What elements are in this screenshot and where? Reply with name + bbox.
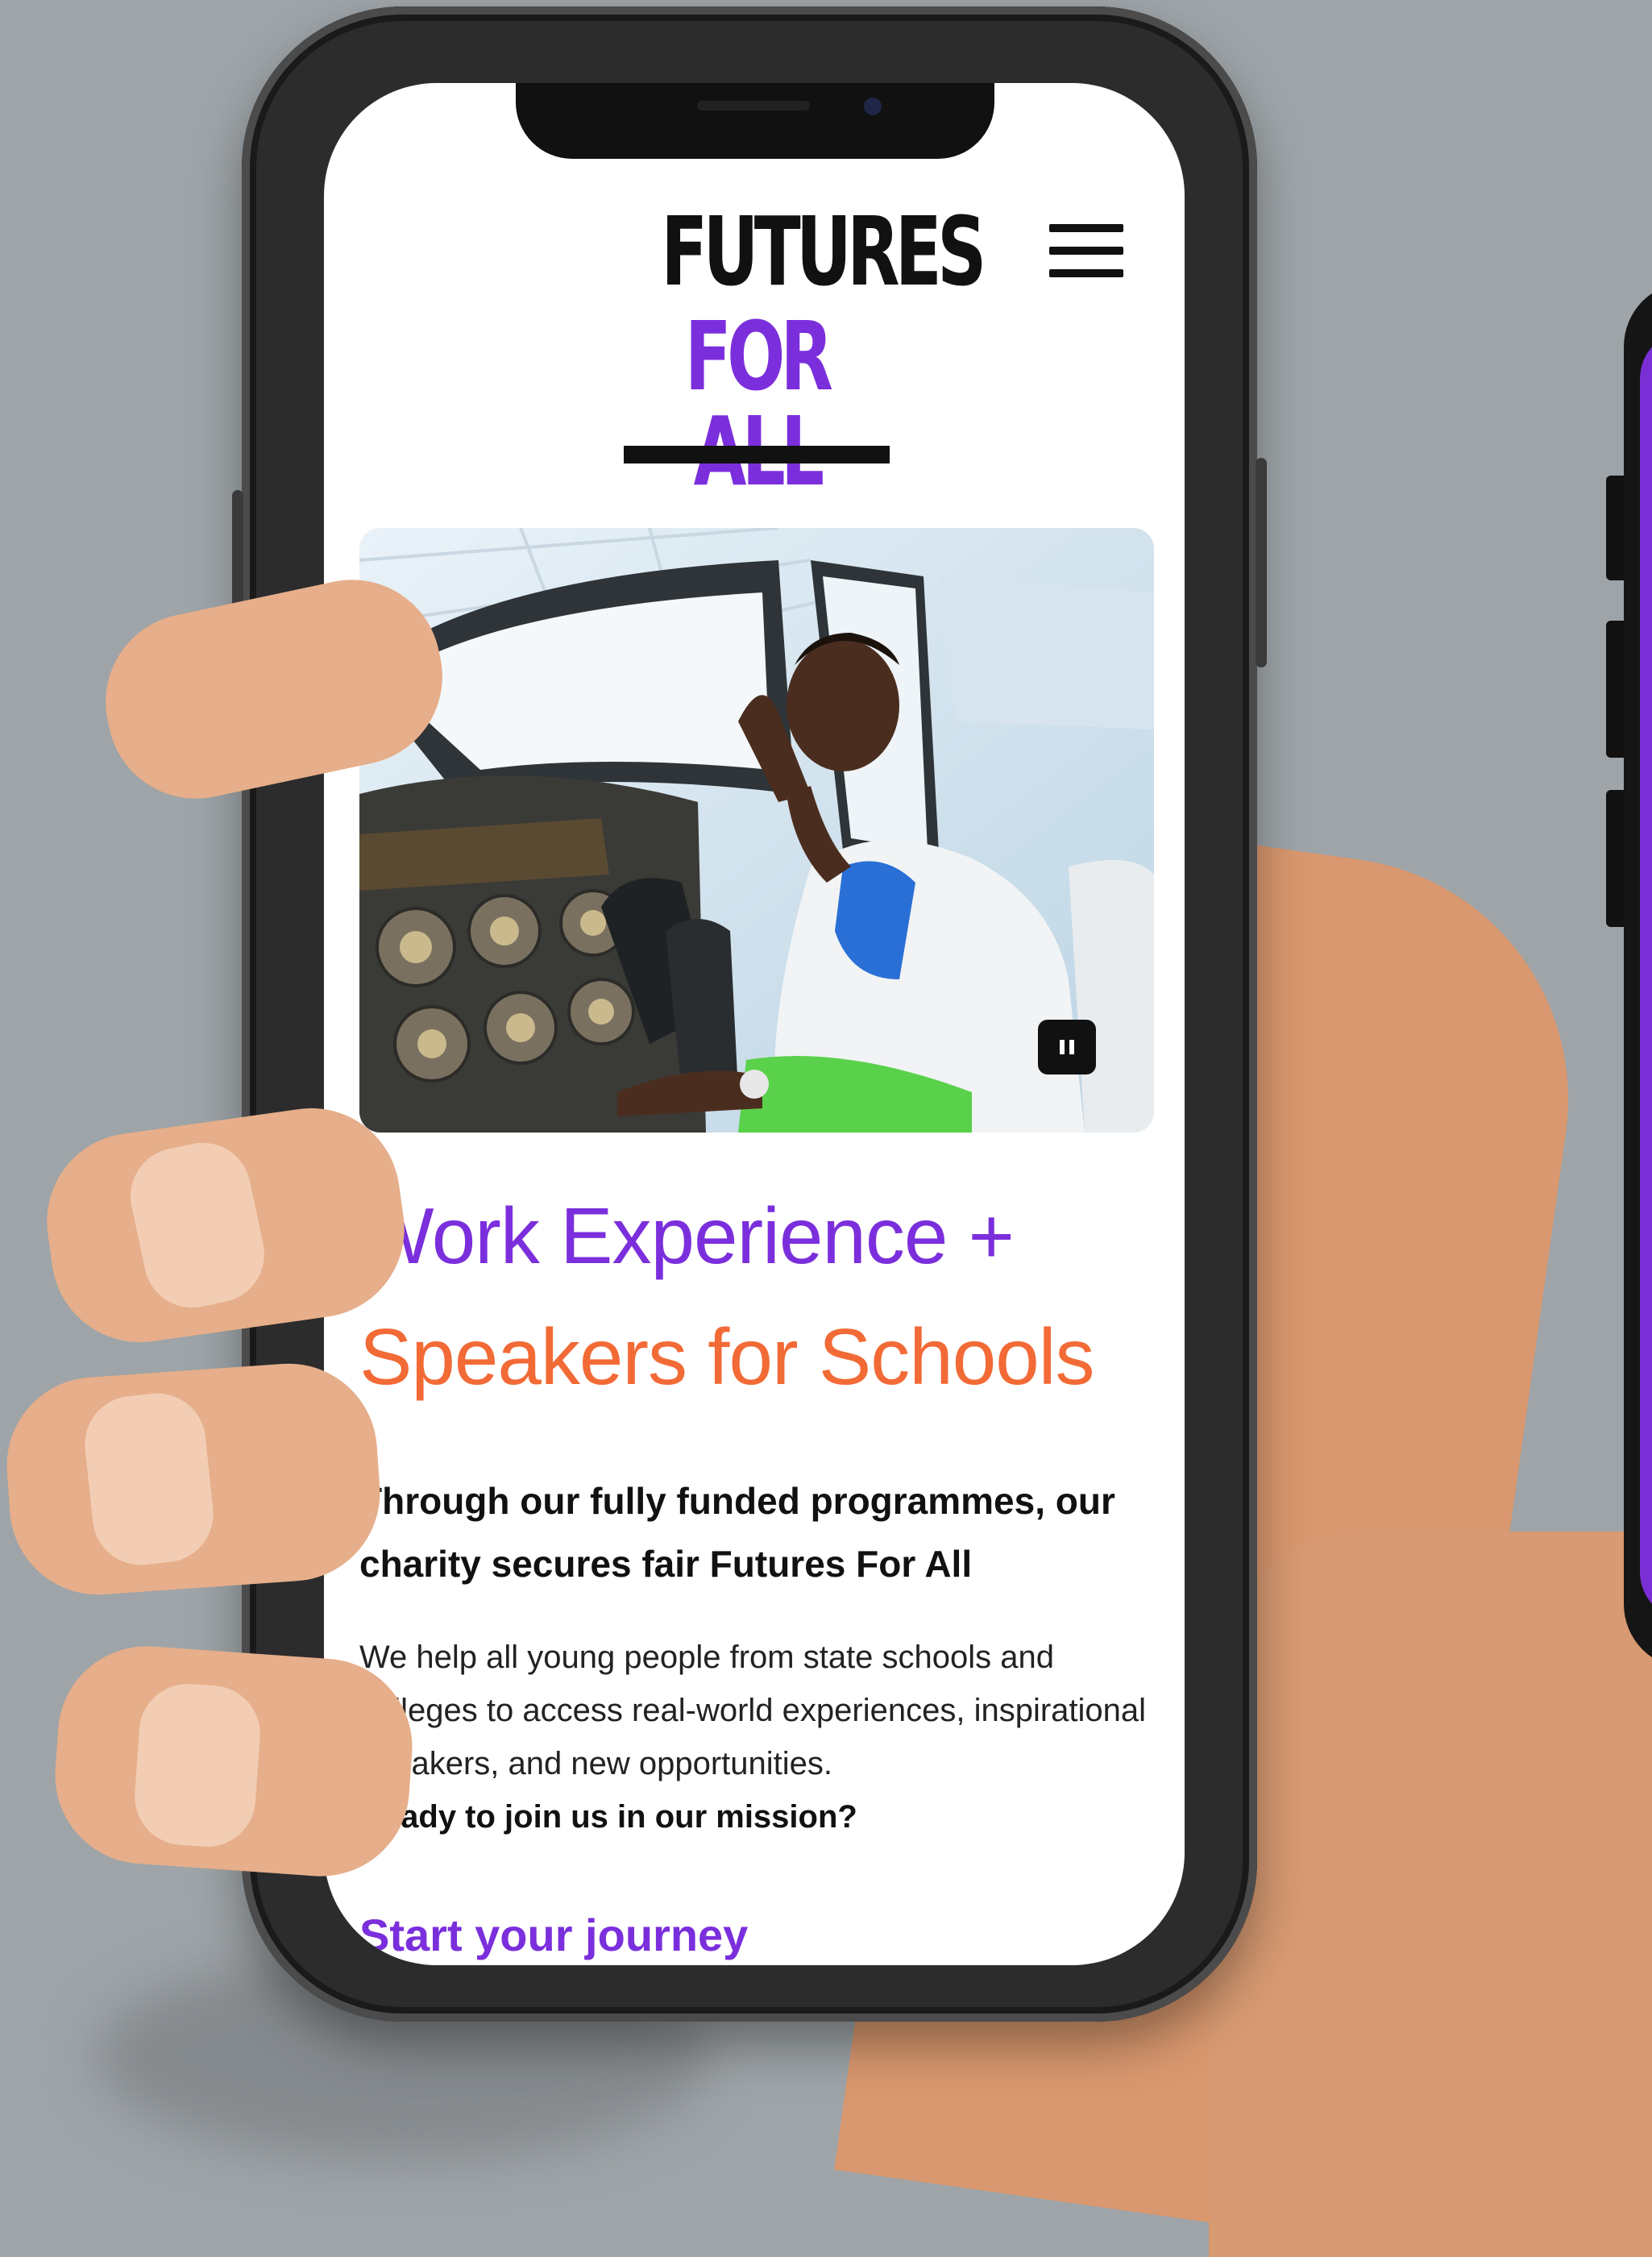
front-camera [864, 98, 882, 115]
logo-underline [624, 446, 890, 463]
page-title: Work Experience + Speakers for Schools [359, 1175, 1165, 1417]
logo-text-futures: FUTURES [661, 196, 986, 307]
headline-part2: Speakers for Schools [359, 1312, 1094, 1401]
hand-wrist [1209, 1532, 1652, 2257]
power-button [1256, 458, 1267, 667]
second-phone [1606, 282, 1652, 1669]
pause-icon[interactable] [1038, 1020, 1096, 1074]
headline-part1: Work Experience + [359, 1191, 1015, 1280]
intro-question: Ready to join us in our mission? [359, 1799, 857, 1835]
logo[interactable]: FUTURES FOR ALL [624, 196, 986, 499]
fingernail [131, 1681, 264, 1850]
menu-line [1049, 247, 1123, 255]
second-phone-button [1606, 790, 1624, 927]
notch [516, 83, 994, 159]
intro-paragraph: We help all young people from state scho… [359, 1631, 1149, 1843]
intro-text: We help all young people from state scho… [359, 1640, 1147, 1781]
fingernail [80, 1388, 218, 1570]
phone-screen: FUTURES FOR ALL Work Experience + Speake… [324, 83, 1185, 1965]
second-phone-button [1606, 621, 1624, 758]
menu-line [1049, 269, 1123, 277]
hamburger-menu-icon[interactable] [1049, 224, 1123, 281]
second-phone-button [1606, 476, 1624, 580]
subheading: Through our fully funded programmes, our… [359, 1480, 1115, 1585]
menu-line [1049, 224, 1123, 232]
second-phone-screen [1640, 330, 1652, 1620]
start-journey-link[interactable]: Start your journey [359, 1909, 748, 1961]
logo-text-for-all: FOR ALL [684, 301, 833, 507]
hero-image [359, 528, 1154, 1133]
speaker-grill [697, 101, 810, 110]
hero-image-illustration [359, 528, 1154, 1133]
